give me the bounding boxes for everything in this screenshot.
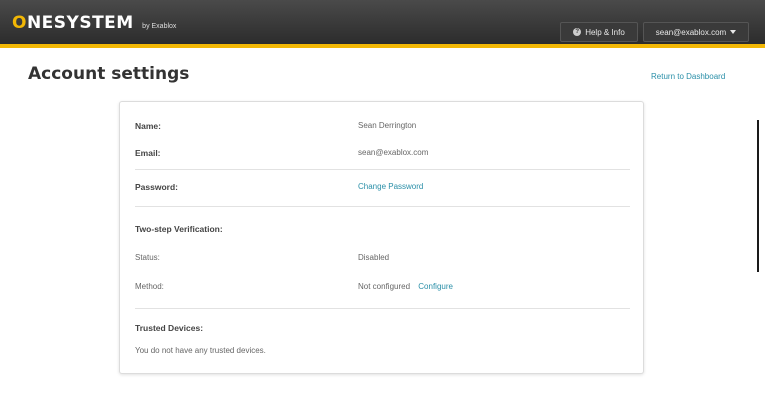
help-info-label: Help & Info: [585, 27, 625, 37]
password-label: Password:: [135, 182, 178, 192]
name-label: Name:: [135, 121, 161, 131]
method-value-group: Not configured Configure: [358, 282, 453, 291]
logo-accent-letter: O: [12, 13, 27, 33]
change-password-link[interactable]: Change Password: [358, 182, 423, 191]
method-label: Method:: [135, 282, 164, 291]
configure-link[interactable]: Configure: [418, 282, 453, 291]
logo-wordmark: NESYSTEM: [26, 13, 134, 33]
user-email-label: sean@exablox.com: [655, 27, 727, 37]
status-value: Disabled: [358, 253, 390, 262]
account-settings-card: Name: Sean Derrington Email: sean@exablo…: [119, 101, 644, 374]
name-value: Sean Derrington: [358, 121, 417, 130]
email-value: sean@exablox.com: [358, 148, 429, 157]
status-label: Status:: [135, 253, 160, 262]
method-value: Not configured: [358, 282, 411, 291]
two-step-verification-heading: Two-step Verification:: [135, 224, 223, 234]
question-circle-icon: ?: [573, 28, 582, 36]
divider: [135, 169, 630, 170]
onesystem-logo[interactable]: ONESYSTEM by Exablox: [12, 13, 176, 33]
help-info-button[interactable]: ? Help & Info: [560, 22, 638, 42]
user-menu-button[interactable]: sean@exablox.com: [643, 22, 749, 42]
return-to-dashboard-link[interactable]: Return to Dashboard: [651, 72, 725, 81]
divider: [135, 308, 630, 309]
page-title: Account settings: [28, 64, 190, 84]
scrollbar[interactable]: [757, 120, 759, 272]
top-navigation-bar: ONESYSTEM by Exablox ? Help & Info sean@…: [0, 0, 765, 48]
trusted-devices-heading: Trusted Devices:: [135, 323, 204, 333]
logo-byline: by Exablox: [142, 23, 177, 30]
trusted-devices-note: You do not have any trusted devices.: [135, 346, 266, 355]
logo-text: ONESYSTEM: [12, 13, 134, 33]
chevron-down-icon: [730, 30, 737, 34]
email-label: Email:: [135, 148, 161, 158]
divider: [135, 206, 630, 207]
